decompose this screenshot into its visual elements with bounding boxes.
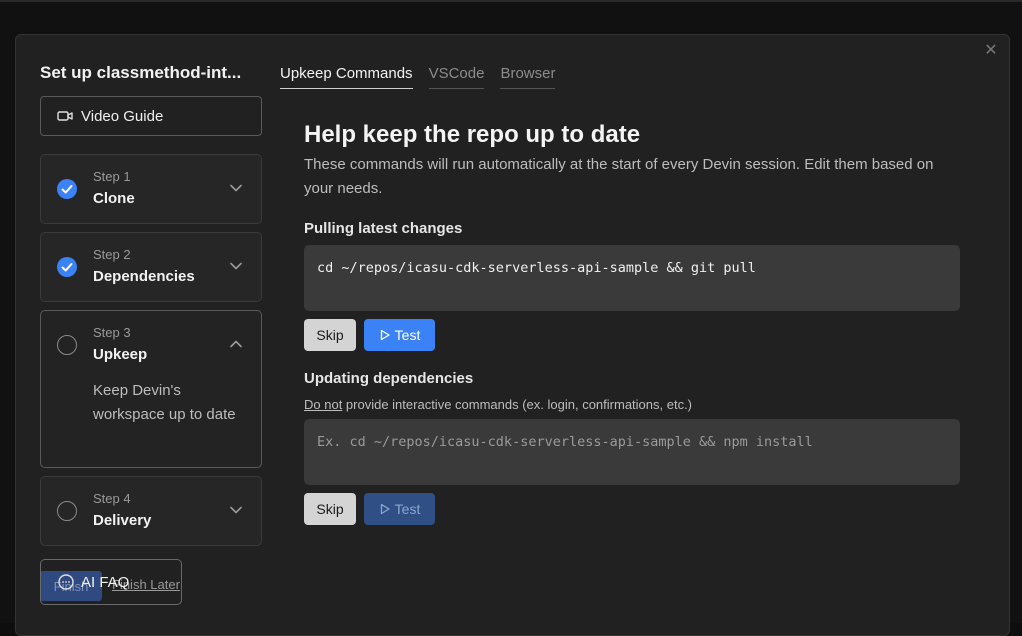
deps-note: Do not provide interactive commands (ex.… — [304, 397, 692, 412]
page-title: Help keep the repo up to date — [304, 121, 641, 148]
video-camera-icon — [57, 111, 73, 121]
step-description: Keep Devin's workspace up to date — [93, 382, 236, 423]
step-name: Delivery — [93, 512, 152, 529]
tab-browser[interactable]: Browser — [500, 65, 556, 89]
video-guide-button[interactable]: Video Guide — [40, 96, 262, 136]
circle-empty-icon — [57, 335, 77, 355]
play-icon — [380, 503, 390, 515]
check-done-icon — [57, 179, 77, 199]
step-name: Dependencies — [93, 268, 195, 285]
pull-test-button[interactable]: Test — [364, 319, 435, 351]
tab-bar: Upkeep Commands VSCode Browser — [280, 65, 556, 89]
step-number: Step 4 — [93, 491, 131, 506]
step-delivery[interactable]: Step 4 Delivery — [40, 476, 262, 546]
step-name: Upkeep — [93, 346, 148, 363]
deps-test-label: Test — [394, 501, 421, 517]
deps-command-input[interactable]: Ex. cd ~/repos/icasu-cdk-serverless-api-… — [304, 419, 960, 485]
tab-upkeep-commands[interactable]: Upkeep Commands — [280, 65, 413, 89]
deps-note-emphasis: Do not — [304, 397, 343, 412]
step-number: Step 3 — [93, 325, 131, 340]
play-icon — [380, 329, 390, 341]
setup-modal: ✕ Set up classmethod-int... Video Guide … — [15, 34, 1010, 636]
ai-faq-button[interactable]: AI FAQ — [40, 559, 182, 605]
chevron-down-icon — [230, 184, 242, 192]
chevron-up-icon — [230, 340, 242, 348]
chat-bubble-icon — [58, 574, 74, 590]
pull-command-input[interactable]: cd ~/repos/icasu-cdk-serverless-api-samp… — [304, 245, 960, 311]
deps-note-text: provide interactive commands (ex. login,… — [342, 397, 693, 412]
step-clone[interactable]: Step 1 Clone — [40, 154, 262, 224]
backdrop-top-edge — [0, 0, 1022, 2]
deps-test-button[interactable]: Test — [364, 493, 435, 525]
pull-section-label: Pulling latest changes — [304, 220, 463, 237]
ai-faq-label: AI FAQ — [81, 573, 130, 591]
pull-skip-button[interactable]: Skip — [304, 319, 356, 351]
deps-section-label: Updating dependencies — [304, 370, 474, 387]
close-icon[interactable]: ✕ — [983, 43, 999, 59]
modal-title: Set up classmethod-int... — [40, 63, 242, 82]
step-number: Step 1 — [93, 169, 131, 184]
step-dependencies[interactable]: Step 2 Dependencies — [40, 232, 262, 302]
check-done-icon — [57, 257, 77, 277]
step-name: Clone — [93, 190, 135, 207]
chevron-down-icon — [230, 506, 242, 514]
page-subtitle: These commands will run automatically at… — [304, 156, 934, 197]
deps-skip-button[interactable]: Skip — [304, 493, 356, 525]
chevron-down-icon — [230, 262, 242, 270]
step-number: Step 2 — [93, 247, 131, 262]
step-upkeep[interactable]: Step 3 Upkeep Keep Devin's workspace up … — [40, 310, 262, 468]
pull-test-label: Test — [394, 327, 421, 343]
video-guide-label: Video Guide — [81, 107, 164, 125]
tab-vscode[interactable]: VSCode — [428, 65, 485, 89]
circle-empty-icon — [57, 501, 77, 521]
